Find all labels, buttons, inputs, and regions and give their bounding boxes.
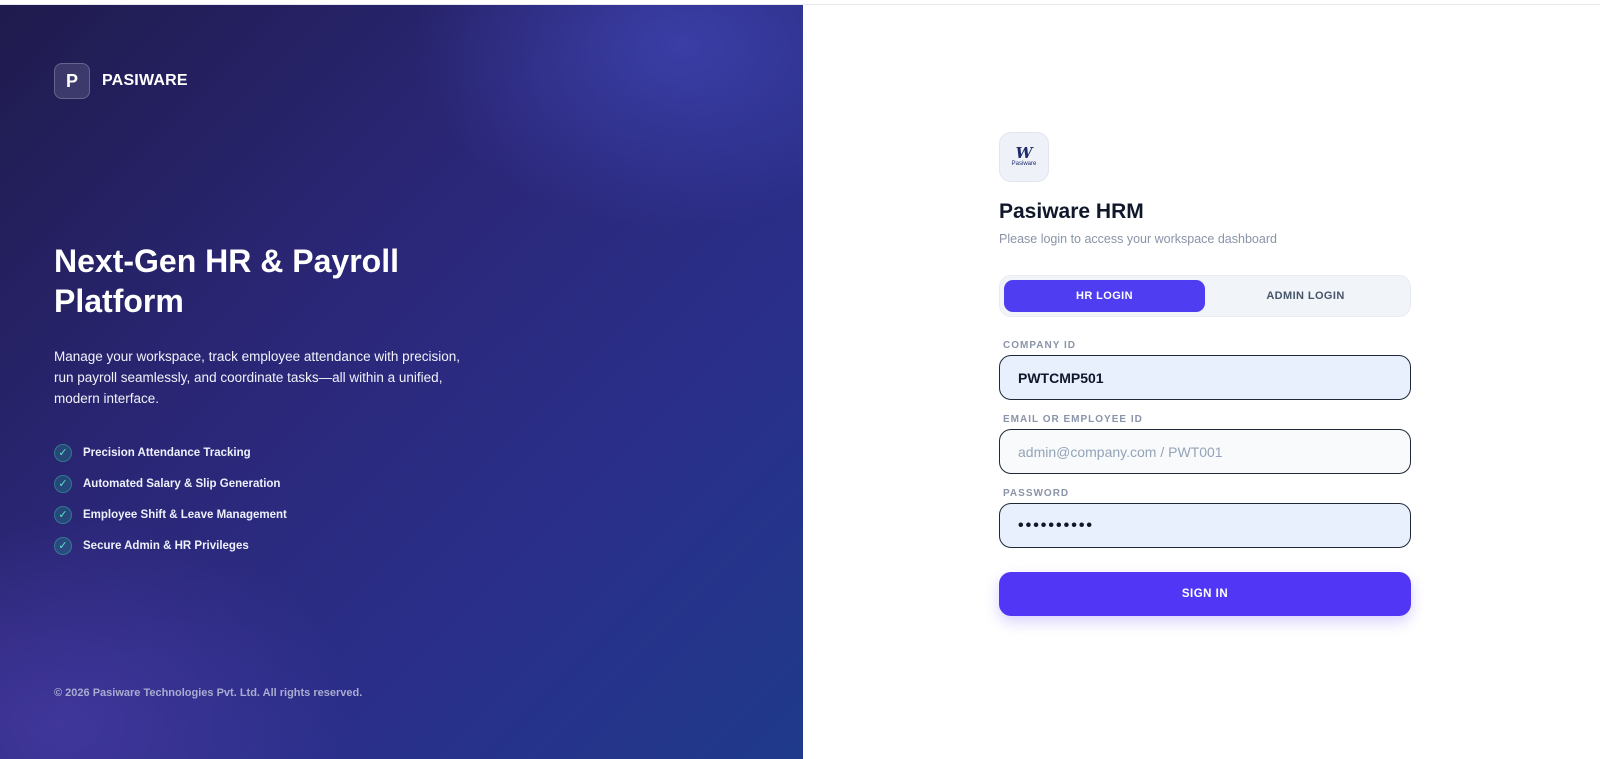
brand-name: PASIWARE — [102, 72, 188, 89]
sign-in-button[interactable]: SIGN IN — [999, 572, 1411, 616]
email-input[interactable] — [999, 429, 1411, 474]
feature-item: ✓ Automated Salary & Slip Generation — [54, 468, 287, 499]
hero-panel: P PASIWARE Next-Gen HR & Payroll Platfor… — [0, 5, 803, 759]
login-type-tabs: HR LOGIN ADMIN LOGIN — [999, 275, 1411, 317]
check-icon: ✓ — [54, 536, 72, 555]
company-id-field-group: COMPANY ID — [999, 340, 1411, 400]
feature-label: Secure Admin & HR Privileges — [83, 539, 249, 552]
company-id-input[interactable] — [999, 355, 1411, 400]
check-icon: ✓ — [54, 505, 72, 524]
email-label: EMAIL OR EMPLOYEE ID — [1003, 414, 1143, 425]
brand-letter-icon: P — [54, 63, 90, 99]
check-icon: ✓ — [54, 474, 72, 493]
password-field-group: PASSWORD — [999, 488, 1411, 548]
feature-item: ✓ Precision Attendance Tracking — [54, 437, 287, 468]
check-icon: ✓ — [54, 443, 72, 462]
company-id-label: COMPANY ID — [1003, 340, 1076, 351]
password-input[interactable] — [999, 503, 1411, 548]
hero-description: Manage your workspace, track employee at… — [54, 349, 460, 406]
feature-list: ✓ Precision Attendance Tracking ✓ Automa… — [54, 437, 287, 561]
app-logo: W Pasiware — [999, 132, 1049, 182]
email-field-group: EMAIL OR EMPLOYEE ID — [999, 414, 1411, 474]
login-form: W Pasiware Pasiware HRM Please login to … — [999, 132, 1411, 616]
tab-hr-login[interactable]: HR LOGIN — [1004, 280, 1205, 312]
copyright: © 2026 Pasiware Technologies Pvt. Ltd. A… — [54, 687, 363, 699]
feature-label: Automated Salary & Slip Generation — [83, 477, 281, 490]
tab-admin-login[interactable]: ADMIN LOGIN — [1205, 280, 1406, 312]
feature-label: Employee Shift & Leave Management — [83, 508, 287, 521]
brand[interactable]: P PASIWARE — [54, 63, 188, 99]
feature-item: ✓ Employee Shift & Leave Management — [54, 499, 287, 530]
page-title: Pasiware HRM — [999, 200, 1144, 223]
logo-w-icon: W — [1015, 144, 1033, 162]
login-panel: W Pasiware Pasiware HRM Please login to … — [803, 5, 1600, 759]
page-subtitle: Please login to access your workspace da… — [999, 232, 1277, 246]
feature-label: Precision Attendance Tracking — [83, 446, 251, 459]
password-label: PASSWORD — [1003, 488, 1070, 499]
logo-text: Pasiware — [1011, 161, 1037, 167]
feature-item: ✓ Secure Admin & HR Privileges — [54, 530, 287, 561]
hero-title: Next-Gen HR & Payroll Platform — [54, 243, 399, 319]
